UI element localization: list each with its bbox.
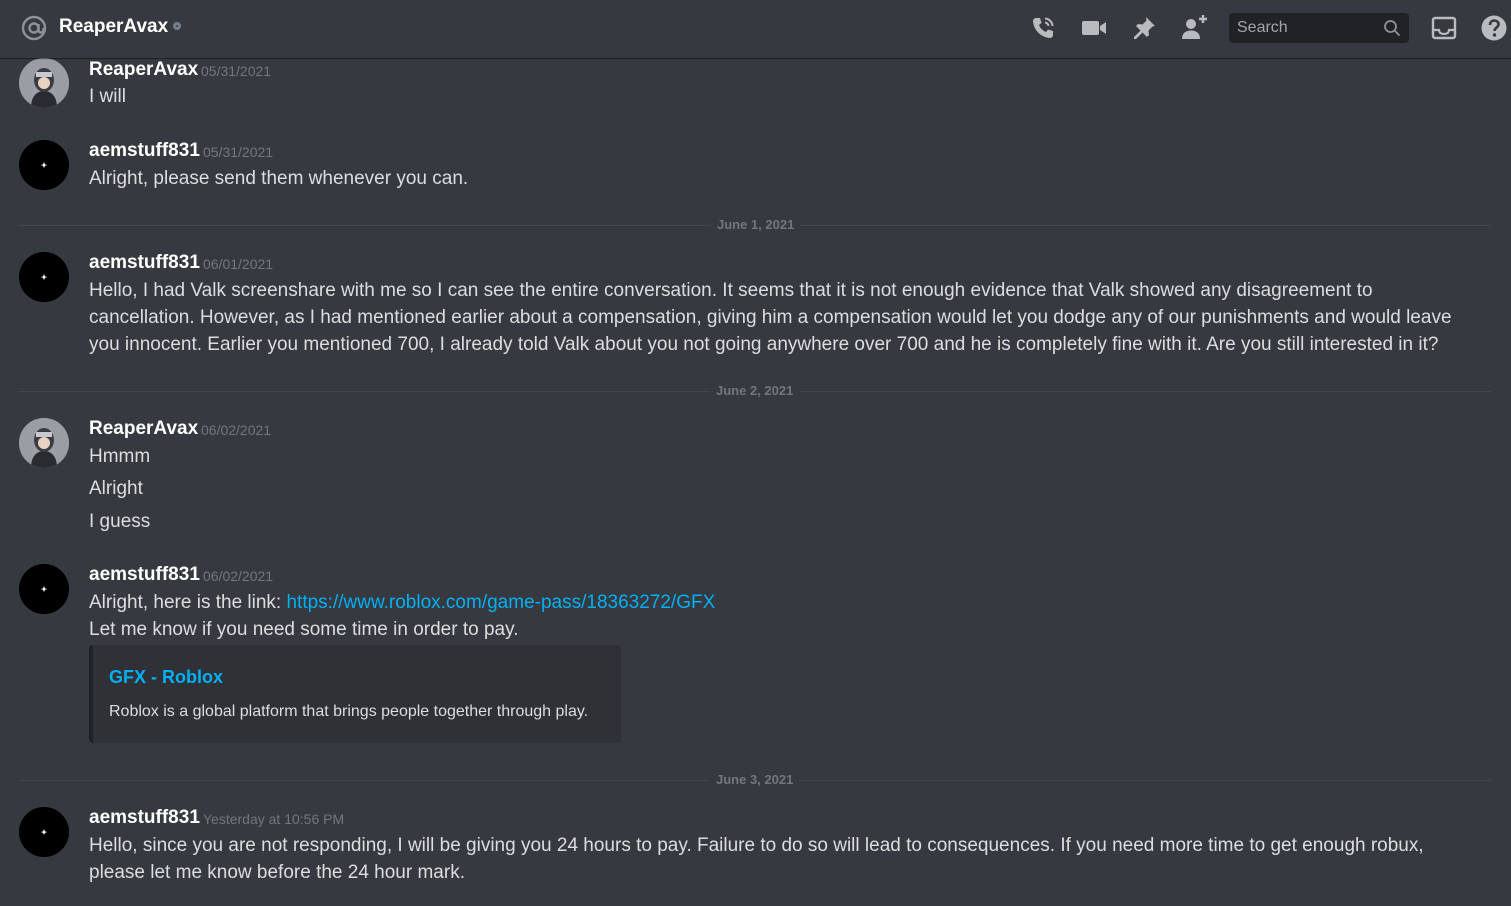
message-text: Hmmm (89, 446, 151, 467)
avatar[interactable] (19, 807, 69, 857)
message-text: cancellation. However, as I had mentione… (89, 307, 1452, 328)
aemstuff831-avatar-image (19, 564, 69, 614)
add-friend-icon[interactable] (1180, 14, 1208, 42)
offline-status-icon (173, 22, 181, 30)
video-call-icon[interactable] (1080, 14, 1108, 42)
message-author[interactable]: ReaperAvax (89, 418, 198, 440)
message-text: Let me know if you need some time in ord… (89, 619, 519, 640)
message-author[interactable]: aemstuff831 (89, 564, 200, 586)
phone-call-icon[interactable] (1029, 14, 1057, 42)
search-box[interactable] (1229, 13, 1409, 43)
inbox-icon[interactable] (1430, 14, 1458, 42)
message-timestamp: Yesterday at 10:56 PM (203, 811, 345, 827)
message-text: I guess (89, 511, 151, 532)
date-divider-label: June 1, 2021 (711, 217, 801, 232)
message-author[interactable]: aemstuff831 (89, 807, 200, 829)
message-text: Alright (89, 478, 143, 499)
search-input[interactable] (1229, 13, 1379, 43)
message-text: please let me know before the 24 hour ma… (89, 862, 465, 883)
dm-recipient-name[interactable]: ReaperAvax (59, 16, 168, 38)
channel-header: ReaperAvax (0, 0, 1511, 58)
message-timestamp: 05/31/2021 (201, 63, 272, 79)
pin-icon[interactable] (1130, 14, 1158, 42)
help-icon[interactable] (1480, 14, 1508, 42)
message-timestamp: 05/31/2021 (203, 144, 274, 160)
avatar[interactable] (19, 252, 69, 302)
avatar[interactable] (19, 564, 69, 614)
message-author[interactable]: aemstuff831 (89, 140, 200, 162)
message-text: Alright, here is the link: https://www.r… (89, 589, 715, 616)
search-icon (1384, 20, 1401, 37)
link-embed: GFX - Roblox Roblox is a global platform… (89, 645, 621, 743)
aemstuff831-avatar-image (19, 252, 69, 302)
message-text: Alright, please send them whenever you c… (89, 168, 469, 189)
message-timestamp: 06/02/2021 (201, 422, 272, 438)
message-author[interactable]: aemstuff831 (89, 252, 200, 274)
message-text: you innocent. Earlier you mentioned 700,… (89, 334, 1439, 355)
at-icon (21, 15, 47, 41)
embed-description: Roblox is a global platform that brings … (109, 703, 589, 720)
avatar[interactable] (19, 418, 69, 468)
message-timestamp: 06/02/2021 (203, 568, 274, 584)
message-timestamp: 06/01/2021 (203, 256, 274, 272)
message-author[interactable]: ReaperAvax (89, 59, 198, 81)
avatar[interactable] (19, 140, 69, 190)
avatar[interactable] (19, 58, 69, 108)
message-text: Hello, since you are not responding, I w… (89, 835, 1424, 856)
message-link[interactable]: https://www.roblox.com/game-pass/1836327… (286, 592, 715, 613)
embed-title-link[interactable]: GFX - Roblox (109, 667, 223, 688)
message-text-prefix: Alright, here is the link: (89, 592, 287, 613)
reaperavax-avatar-image (19, 418, 69, 468)
message-text: I will (89, 86, 126, 107)
aemstuff831-avatar-image (19, 807, 69, 857)
aemstuff831-avatar-image (19, 140, 69, 190)
message-text: Hello, I had Valk screenshare with me so… (89, 280, 1373, 301)
reaperavax-avatar-image (19, 58, 69, 108)
date-divider-label: June 3, 2021 (710, 772, 800, 787)
date-divider-label: June 2, 2021 (710, 383, 800, 398)
